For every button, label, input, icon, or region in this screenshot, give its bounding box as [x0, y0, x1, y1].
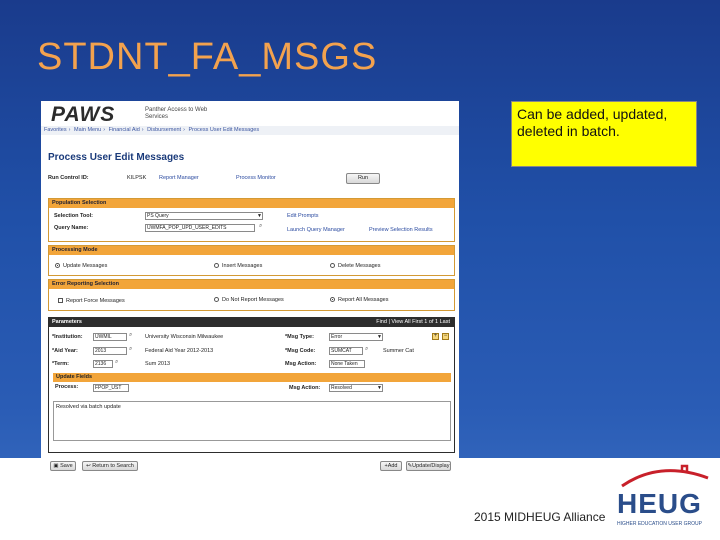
chevron-down-icon: ▼ — [257, 213, 262, 219]
insert-messages-radio[interactable] — [214, 263, 219, 268]
insert-messages-label: Insert Messages — [222, 263, 263, 269]
heug-logo-word: HEUG — [617, 488, 702, 519]
msg-code-lookup-icon[interactable]: ⌕ — [365, 346, 368, 353]
breadcrumb-favorites[interactable]: Favorites — [44, 127, 67, 133]
institution-description: University Wisconsin Milwaukee — [145, 334, 224, 340]
update-display-button[interactable]: ✎Update/Display — [406, 461, 451, 471]
preview-selection-results-link[interactable]: Preview Selection Results — [369, 227, 433, 233]
term-input[interactable]: 2136 — [93, 360, 113, 368]
processing-mode-section: Processing Mode Update Messages Insert M… — [48, 245, 455, 276]
page-footer-toolbar: ▣ Save ↩ Return to Search +Add ✎Update/D… — [48, 459, 453, 473]
report-manager-link[interactable]: Report Manager — [159, 175, 199, 181]
msg-code-label: *Msg Code: — [285, 348, 316, 354]
return-to-search-button[interactable]: ↩ Return to Search — [82, 461, 138, 471]
institution-lookup-icon[interactable]: ⌕ — [129, 332, 132, 339]
report-all-label: Report All Messages — [338, 297, 389, 303]
slide-title: STDNT_FA_MSGS — [37, 36, 378, 78]
chevron-down-icon: ▼ — [377, 385, 382, 391]
selection-tool-label: Selection Tool: — [54, 213, 94, 219]
aid-year-lookup-icon[interactable]: ⌕ — [129, 346, 132, 353]
breadcrumb-main-menu[interactable]: Main Menu — [74, 127, 101, 133]
aid-year-input[interactable]: 2013 — [93, 347, 127, 355]
save-button[interactable]: ▣ Save — [50, 461, 76, 471]
update-messages-label: Update Messages — [63, 263, 108, 269]
paws-logo: PAWS — [51, 103, 116, 126]
msg-action-label: Msg Action: — [285, 361, 317, 367]
population-selection-header: Population Selection — [49, 199, 454, 208]
msg-code-input[interactable]: SUMCAT — [329, 347, 363, 355]
error-reporting-header: Error Reporting Selection — [49, 280, 454, 289]
delete-messages-radio[interactable] — [330, 263, 335, 268]
run-control-row: Run Control ID: KILPSK Report Manager Pr… — [48, 173, 448, 184]
roof-icon — [621, 464, 709, 488]
update-messages-radio[interactable] — [55, 263, 60, 268]
breadcrumb-financial-aid[interactable]: Financial Aid — [109, 127, 140, 133]
term-lookup-icon[interactable]: ⌕ — [115, 359, 118, 366]
parameters-nav[interactable]: Find | View All First 1 of 1 Last — [376, 318, 454, 327]
aid-year-description: Federal Aid Year 2012-2013 — [145, 348, 214, 354]
edit-prompts-link[interactable]: Edit Prompts — [287, 213, 318, 219]
peoplesoft-screenshot: PAWS Panther Access to Web Services Favo… — [41, 101, 459, 483]
heug-logo: HEUG HIGHER EDUCATION USER GROUP — [612, 458, 720, 540]
msg-action-select[interactable]: None Taken — [329, 360, 365, 368]
process-label: Process: — [55, 384, 79, 390]
aid-year-label: *Aid Year: — [52, 348, 78, 354]
breadcrumb: Favorites › Main Menu › Financial Aid › Dis… — [41, 126, 459, 135]
query-name-label: Query Name: — [54, 225, 89, 231]
update-msg-action-select[interactable]: Resolved ▼ — [329, 384, 383, 392]
run-control-value: KILPSK — [127, 175, 147, 181]
update-fields-header: Update Fields — [53, 373, 451, 382]
update-msg-action-label: Msg Action: — [289, 385, 321, 391]
msg-type-select[interactable]: Error ▼ — [329, 333, 383, 341]
process-input[interactable]: FPOP_UST — [93, 384, 129, 392]
term-label: *Term: — [52, 361, 70, 367]
save-icon: ▣ — [53, 463, 59, 469]
delete-row-icon[interactable]: − — [442, 333, 449, 340]
breadcrumb-current[interactable]: Process User Edit Messages — [188, 127, 259, 133]
run-button[interactable]: Run — [346, 173, 380, 184]
population-selection-section: Population Selection Selection Tool: PS … — [48, 198, 455, 242]
add-row-icon[interactable]: + — [432, 333, 439, 340]
report-force-messages-label: Report Force Messages — [66, 298, 125, 304]
heug-logo-subtitle: HIGHER EDUCATION USER GROUP — [617, 521, 702, 527]
processing-mode-header: Processing Mode — [49, 246, 454, 255]
chevron-down-icon: ▼ — [377, 334, 382, 340]
query-name-input[interactable]: UWMFA_POP_UPD_USER_EDITS — [145, 224, 255, 232]
report-all-radio[interactable] — [330, 297, 335, 302]
report-force-messages-checkbox[interactable] — [58, 298, 63, 303]
lookup-search-icon[interactable]: ⌕ — [259, 223, 262, 230]
process-monitor-link[interactable]: Process Monitor — [236, 175, 276, 181]
page-title: Process User Edit Messages — [48, 152, 185, 163]
breadcrumb-disbursement[interactable]: Disbursement — [147, 127, 181, 133]
error-reporting-section: Error Reporting Selection Report Force M… — [48, 279, 455, 311]
launch-query-manager-link[interactable]: Launch Query Manager — [287, 227, 345, 233]
do-not-report-label: Do Not Report Messages — [222, 297, 284, 303]
return-icon: ↩ — [86, 463, 91, 469]
parameters-section: Parameters Find | View All First 1 of 1 … — [48, 317, 455, 453]
delete-messages-label: Delete Messages — [338, 263, 381, 269]
run-control-label: Run Control ID: — [48, 175, 89, 181]
comment-textarea[interactable]: Resolved via batch update — [53, 401, 451, 441]
institution-label: *Institution: — [52, 334, 83, 340]
parameters-header: Parameters Find | View All First 1 of 1 … — [49, 318, 454, 327]
institution-input[interactable]: UWMIL — [93, 333, 127, 341]
paws-banner: PAWS Panther Access to Web Services — [49, 103, 459, 126]
add-button[interactable]: +Add — [380, 461, 402, 471]
do-not-report-radio[interactable] — [214, 297, 219, 302]
callout-note: Can be added, updated, deleted in batch. — [511, 101, 697, 167]
term-description: Sum 2013 — [145, 361, 171, 367]
paws-tagline: Panther Access to Web Services — [145, 107, 208, 120]
msg-code-description: Summer Cat — [383, 348, 414, 354]
msg-type-label: *Msg Type: — [285, 334, 314, 340]
footer-text: 2015 MIDHEUG Alliance — [474, 510, 606, 524]
selection-tool-select[interactable]: PS Query ▼ — [145, 212, 263, 220]
